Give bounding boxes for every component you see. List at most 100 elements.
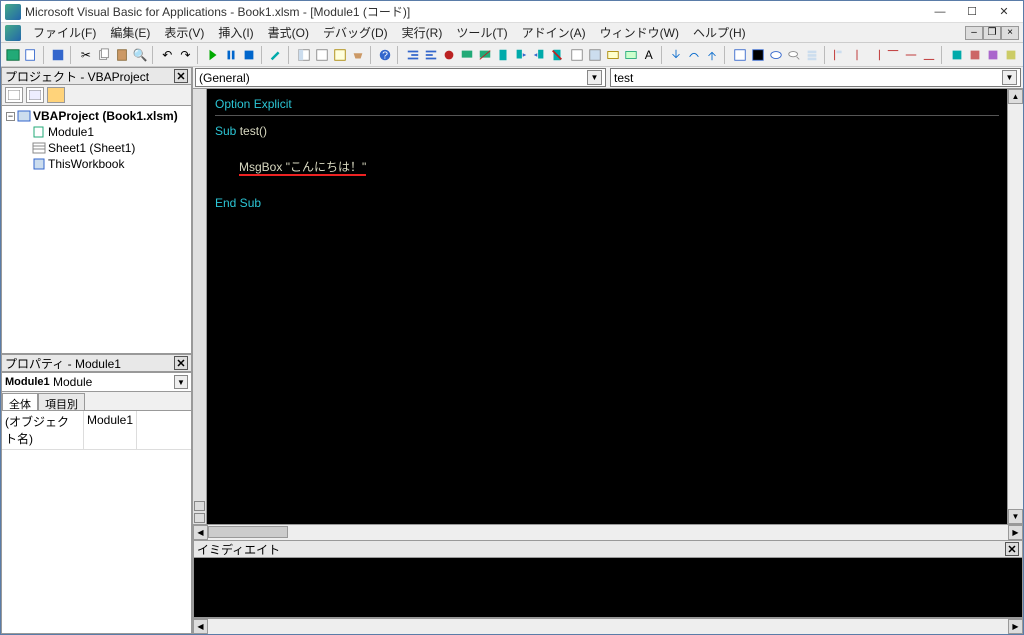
procedure-combo[interactable]: test ▼ xyxy=(610,68,1021,87)
properties-pane-close-button[interactable]: ✕ xyxy=(174,356,188,370)
maximize-button[interactable]: ☐ xyxy=(957,3,987,21)
align-top-icon[interactable] xyxy=(885,45,901,65)
align-center-icon[interactable] xyxy=(849,45,865,65)
menu-help[interactable]: ヘルプ(H) xyxy=(687,22,752,43)
project-explorer-icon[interactable] xyxy=(296,45,312,65)
menu-tools[interactable]: ツール(T) xyxy=(450,22,513,43)
tree-item-thisworkbook[interactable]: ThisWorkbook xyxy=(4,156,189,172)
align-middle-icon[interactable] xyxy=(903,45,919,65)
align-left-icon[interactable] xyxy=(831,45,847,65)
menu-view[interactable]: 表示(V) xyxy=(158,22,210,43)
properties-tab-all[interactable]: 全体 xyxy=(2,393,38,410)
tool-icon-4[interactable] xyxy=(1003,45,1019,65)
uncomment-icon[interactable] xyxy=(477,45,493,65)
reset-icon[interactable] xyxy=(241,45,257,65)
clear-bookmarks-icon[interactable] xyxy=(549,45,565,65)
design-mode-icon[interactable] xyxy=(268,45,284,65)
menu-debug[interactable]: デバッグ(D) xyxy=(317,22,394,43)
undo-icon[interactable]: ↶ xyxy=(159,45,175,65)
folder-toggle-icon[interactable] xyxy=(47,87,65,103)
scroll-right-button[interactable]: ▶ xyxy=(1008,525,1023,540)
properties-grid[interactable]: (オブジェクト名) Module1 xyxy=(1,410,192,634)
tool-icon-1[interactable] xyxy=(949,45,965,65)
scroll-left-button[interactable]: ◀ xyxy=(193,619,208,634)
complete-word-icon[interactable]: A xyxy=(641,45,657,65)
list-constants-icon[interactable] xyxy=(587,45,603,65)
menu-format[interactable]: 書式(O) xyxy=(262,22,315,43)
save-icon[interactable] xyxy=(50,45,66,65)
object-combo[interactable]: (General) ▼ xyxy=(195,68,606,87)
align-right-icon[interactable] xyxy=(867,45,883,65)
scroll-down-button[interactable]: ▼ xyxy=(1008,509,1023,524)
full-module-view-button[interactable] xyxy=(194,513,205,523)
immediate-horizontal-scrollbar[interactable]: ◀ ▶ xyxy=(193,618,1023,634)
view-object-icon[interactable] xyxy=(26,87,44,103)
help-icon[interactable]: ? xyxy=(377,45,393,65)
tree-item-sheet1[interactable]: Sheet1 (Sheet1) xyxy=(4,140,189,156)
view-code-icon[interactable] xyxy=(5,87,23,103)
bookmark-icon[interactable] xyxy=(495,45,511,65)
scroll-up-button[interactable]: ▲ xyxy=(1008,89,1023,104)
mdi-close-button[interactable]: × xyxy=(1001,26,1019,40)
copy-icon[interactable] xyxy=(96,45,112,65)
view-excel-icon[interactable] xyxy=(5,45,21,65)
editor-horizontal-scrollbar[interactable]: ◀ ▶ xyxy=(193,524,1023,540)
procedure-view-button[interactable] xyxy=(194,501,205,511)
property-value[interactable]: Module1 xyxy=(84,411,137,449)
quick-watch-icon[interactable] xyxy=(786,45,802,65)
menu-edit[interactable]: 編集(E) xyxy=(104,22,156,43)
step-out-icon[interactable] xyxy=(704,45,720,65)
tree-root[interactable]: − VBAProject (Book1.xlsm) xyxy=(4,108,189,124)
properties-window-icon[interactable] xyxy=(314,45,330,65)
properties-object-selector[interactable]: Module1 Module ▼ xyxy=(1,372,192,392)
scroll-right-button[interactable]: ▶ xyxy=(1008,619,1023,634)
list-properties-icon[interactable] xyxy=(569,45,585,65)
toolbox-icon[interactable] xyxy=(350,45,366,65)
tool-icon-3[interactable] xyxy=(985,45,1001,65)
immediate-window[interactable] xyxy=(193,558,1023,618)
scroll-left-button[interactable]: ◀ xyxy=(193,525,208,540)
editor-vertical-scrollbar[interactable]: ▲ ▼ xyxy=(1007,89,1023,524)
tool-icon-2[interactable] xyxy=(967,45,983,65)
comment-icon[interactable] xyxy=(459,45,475,65)
collapse-icon[interactable]: − xyxy=(6,112,15,121)
step-over-icon[interactable] xyxy=(686,45,702,65)
scroll-thumb[interactable] xyxy=(208,526,288,538)
redo-icon[interactable]: ↷ xyxy=(177,45,193,65)
insert-module-icon[interactable] xyxy=(23,45,39,65)
quick-info-icon[interactable] xyxy=(605,45,621,65)
project-tree[interactable]: − VBAProject (Book1.xlsm) Module1 Sheet1… xyxy=(1,105,192,354)
mdi-minimize-button[interactable]: – xyxy=(965,26,983,40)
cut-icon[interactable]: ✂ xyxy=(78,45,94,65)
chevron-down-icon[interactable]: ▼ xyxy=(174,375,188,389)
watch-window-icon[interactable] xyxy=(768,45,784,65)
chevron-down-icon[interactable]: ▼ xyxy=(587,70,602,85)
paste-icon[interactable] xyxy=(114,45,130,65)
break-icon[interactable] xyxy=(223,45,239,65)
immediate-pane-close-button[interactable]: ✕ xyxy=(1005,542,1019,556)
property-row[interactable]: (オブジェクト名) Module1 xyxy=(2,411,191,450)
breakpoint-icon[interactable] xyxy=(441,45,457,65)
object-browser-icon[interactable] xyxy=(332,45,348,65)
menu-window[interactable]: ウィンドウ(W) xyxy=(594,22,685,43)
call-stack-icon[interactable] xyxy=(804,45,820,65)
prev-bookmark-icon[interactable] xyxy=(531,45,547,65)
menu-insert[interactable]: 挿入(I) xyxy=(212,22,259,43)
tree-item-module1[interactable]: Module1 xyxy=(4,124,189,140)
menu-file[interactable]: ファイル(F) xyxy=(27,22,102,43)
indent-icon[interactable] xyxy=(405,45,421,65)
immediate-window-icon[interactable] xyxy=(750,45,766,65)
locals-window-icon[interactable] xyxy=(732,45,748,65)
code-editor[interactable]: Option Explicit Sub test() MsgBox "こんにちは… xyxy=(207,89,1007,524)
menu-addins[interactable]: アドイン(A) xyxy=(516,22,592,43)
chevron-down-icon[interactable]: ▼ xyxy=(1002,70,1017,85)
step-into-icon[interactable] xyxy=(668,45,684,65)
next-bookmark-icon[interactable] xyxy=(513,45,529,65)
mdi-restore-button[interactable]: ❐ xyxy=(983,26,1001,40)
find-icon[interactable]: 🔍 xyxy=(132,45,148,65)
menu-run[interactable]: 実行(R) xyxy=(396,22,449,43)
project-pane-close-button[interactable]: ✕ xyxy=(174,69,188,83)
minimize-button[interactable]: ― xyxy=(925,3,955,21)
param-info-icon[interactable] xyxy=(623,45,639,65)
properties-tab-categorized[interactable]: 項目別 xyxy=(38,393,85,410)
